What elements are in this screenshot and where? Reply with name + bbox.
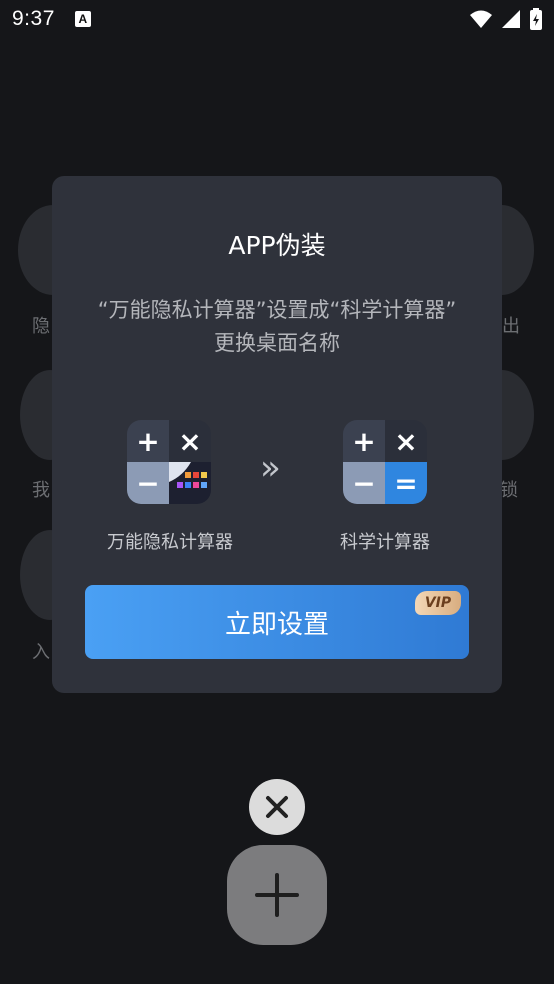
times-icon: × [169, 420, 211, 462]
status-icons [470, 8, 542, 30]
bg-label: 锁 [500, 480, 518, 501]
status-bar: 9:37 A [0, 0, 554, 38]
hidden-apps-icon [169, 462, 211, 504]
plus-icon: + [343, 420, 385, 462]
equals-icon: = [385, 462, 427, 504]
close-button[interactable] [249, 779, 305, 835]
minus-icon: − [343, 462, 385, 504]
set-now-button[interactable]: 立即设置 VIP [85, 585, 469, 659]
privacy-calculator-icon: + × − [127, 420, 211, 504]
app-disguise-dialog: APP伪装 “万能隐私计算器”设置成“科学计算器” 更换桌面名称 + × − »… [52, 176, 502, 693]
bg-label: 入 [32, 642, 50, 663]
times-icon: × [385, 420, 427, 462]
description-line: “万能隐私计算器”设置成“科学计算器” [97, 298, 457, 322]
description-line: 更换桌面名称 [214, 331, 340, 355]
close-icon [266, 796, 288, 818]
from-app-label: 万能隐私计算器 [107, 532, 233, 553]
wifi-icon [470, 10, 492, 28]
clock: 9:37 [12, 7, 55, 30]
dialog-title: APP伪装 [228, 231, 326, 260]
convert-arrow-icon: » [260, 448, 281, 488]
bg-label: 隐 [32, 316, 50, 337]
add-button[interactable] [227, 845, 327, 945]
notification-a-icon: A [74, 11, 91, 27]
science-calculator-icon: + × − = [343, 420, 427, 504]
vip-badge: VIP [415, 591, 461, 615]
dialog-description: “万能隐私计算器”设置成“科学计算器” 更换桌面名称 [52, 294, 502, 360]
minus-icon: − [127, 462, 169, 504]
signal-icon [502, 10, 520, 28]
plus-icon: + [127, 420, 169, 462]
bg-label: 出 [502, 316, 520, 337]
battery-icon [530, 8, 542, 30]
plus-icon [255, 873, 299, 917]
bg-label: 我 [32, 480, 50, 501]
set-now-label: 立即设置 [224, 609, 329, 640]
to-app-label: 科学计算器 [340, 532, 430, 553]
